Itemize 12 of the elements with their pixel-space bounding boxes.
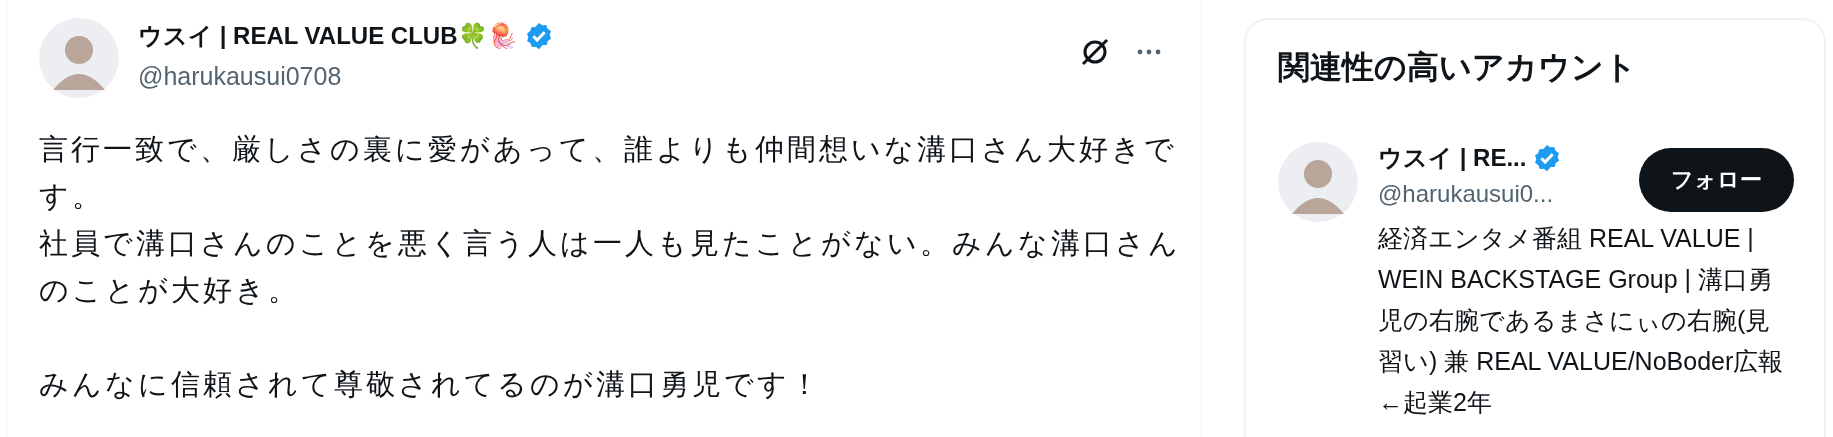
more-icon[interactable] (1137, 49, 1161, 55)
post-text: みんなに信頼されて尊敬されてるのが溝口勇児です！ (39, 367, 823, 402)
account-bio: 経済エンタメ番組 REAL VALUE | WEIN BACKSTAGE Group | 溝口勇児の右腕であるまさにぃの右腕(見習い) 兼 REAL VALUE/NoBoder広報 ←起業2年 (1378, 223, 1785, 418)
account-name[interactable]: ウスイ | RE... (1378, 142, 1527, 174)
slashed-circle-icon[interactable] (1079, 36, 1111, 68)
section-title: 関連性の高いアカウント (1278, 48, 1638, 87)
post-text: 社員で溝口さんのことを悪く言う人は一人も見たことがない。みんな溝口さんのことが大好き。 (39, 226, 1182, 308)
post-text: 言行一致で、厳しさの裏に愛があって、誰よりも仲間想いな溝口さん大好きです。 (39, 132, 1178, 214)
follow-button[interactable]: フォロー (1639, 148, 1794, 212)
author-handle[interactable]: @harukausui0708 (138, 62, 554, 91)
account-handle[interactable]: @harukausui0... (1378, 180, 1563, 208)
author-name[interactable]: ウスイ | REAL VALUE CLUB🍀🪼 (138, 20, 518, 52)
